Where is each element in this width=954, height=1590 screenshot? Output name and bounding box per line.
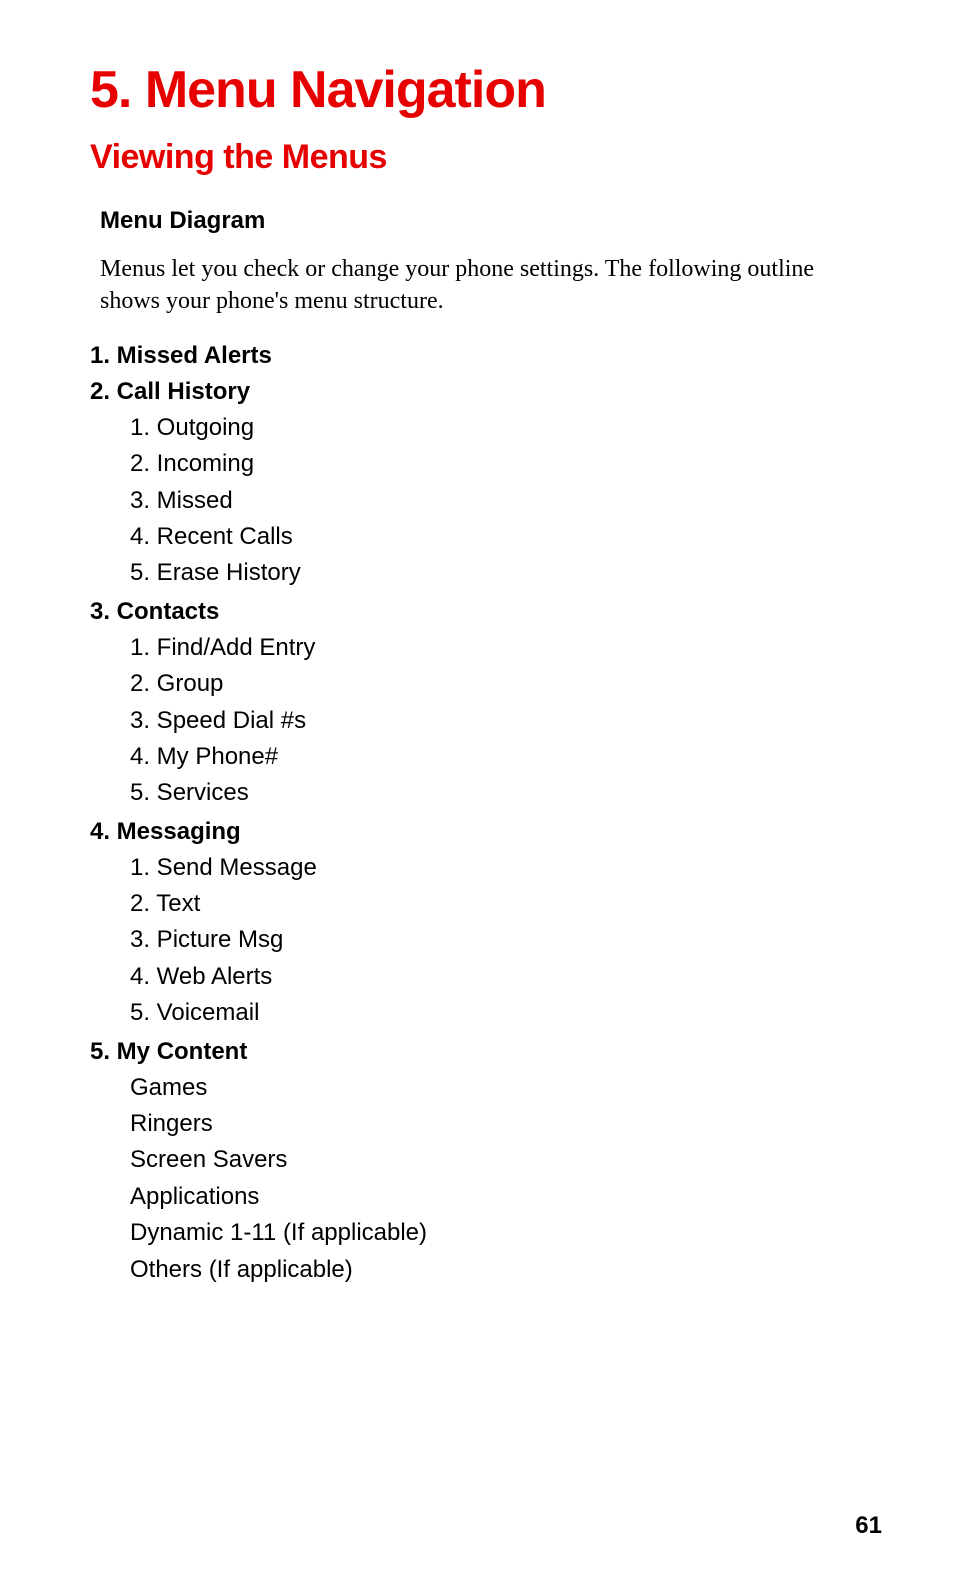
menu-item: 2. Group — [130, 668, 864, 700]
menu-item: Games — [130, 1072, 864, 1104]
menu-item: Screen Savers — [130, 1144, 864, 1176]
menu-item: 3. Picture Msg — [130, 924, 864, 956]
menu-section-heading: 1. Missed Alerts — [90, 342, 864, 370]
body-paragraph: Menus let you check or change your phone… — [100, 253, 820, 318]
menu-item: 4. Web Alerts — [130, 961, 864, 993]
menu-item: 3. Speed Dial #s — [130, 705, 864, 737]
menu-item: 5. Services — [130, 777, 864, 809]
menu-item: 4. Recent Calls — [130, 521, 864, 553]
menu-item: 5. Erase History — [130, 557, 864, 589]
menu-item: Applications — [130, 1181, 864, 1213]
menu-section-heading: 2. Call History — [90, 378, 864, 406]
menu-item: 2. Incoming — [130, 448, 864, 480]
menu-item: 2. Text — [130, 888, 864, 920]
menu-outline: 1. Missed Alerts 2. Call History 1. Outg… — [90, 342, 864, 1286]
menu-item: 4. My Phone# — [130, 741, 864, 773]
menu-section-heading: 4. Messaging — [90, 818, 864, 846]
sub-heading: Menu Diagram — [100, 207, 864, 235]
document-page: 5. Menu Navigation Viewing the Menus Men… — [0, 0, 954, 1286]
menu-section-heading: 3. Contacts — [90, 598, 864, 626]
menu-item: 1. Find/Add Entry — [130, 632, 864, 664]
section-title: Viewing the Menus — [90, 138, 864, 177]
menu-item: 5. Voicemail — [130, 997, 864, 1029]
menu-item: 3. Missed — [130, 485, 864, 517]
menu-item: Ringers — [130, 1108, 864, 1140]
menu-item: 1. Outgoing — [130, 412, 864, 444]
menu-item: Others (If applicable) — [130, 1254, 864, 1286]
menu-section-heading: 5. My Content — [90, 1038, 864, 1066]
menu-item: 1. Send Message — [130, 852, 864, 884]
menu-item: Dynamic 1-11 (If applicable) — [130, 1217, 864, 1249]
page-number: 61 — [855, 1512, 882, 1540]
chapter-title: 5. Menu Navigation — [90, 60, 864, 120]
